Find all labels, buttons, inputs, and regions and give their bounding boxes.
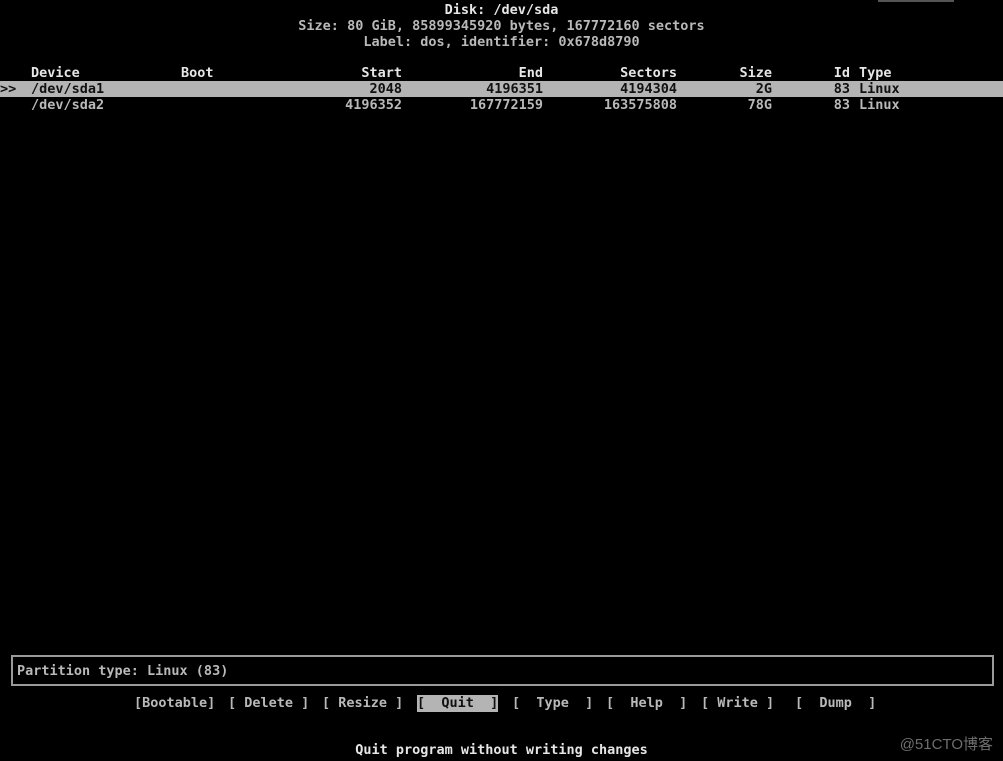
partition-row-selected[interactable]: >> /dev/sda1 2048 4196351 4194304 2G 83 … (0, 81, 1003, 97)
dump-button[interactable]: [ Dump ] (795, 695, 876, 712)
action-hint: Quit program without writing changes (355, 742, 648, 758)
cell-id: 83 (833, 97, 850, 113)
resize-button[interactable]: [ Resize ] (322, 695, 403, 712)
disk-title: Disk: /dev/sda (444, 2, 559, 18)
partition-row[interactable]: /dev/sda2 4196352 167772159 163575808 78… (0, 97, 1003, 113)
cell-sectors: 4194304 (620, 81, 677, 97)
cell-start: 2048 (369, 81, 402, 97)
cell-size: 2G (755, 81, 772, 97)
write-button[interactable]: [ Write ] (701, 695, 774, 712)
header-id: Id (833, 65, 850, 81)
header-end: End (518, 65, 543, 81)
disk-label-info: Label: dos, identifier: 0x678d8790 (363, 34, 640, 50)
disk-size-info: Size: 80 GiB, 85899345920 bytes, 1677721… (298, 18, 705, 34)
cell-end: 167772159 (469, 97, 543, 113)
cell-type: Linux (859, 81, 900, 97)
bootable-button[interactable]: [Bootable] (134, 695, 215, 712)
cell-sectors: 163575808 (603, 97, 677, 113)
cell-size: 78G (747, 97, 772, 113)
watermark: @51CTO博客 (899, 736, 993, 753)
header-boot: Boot (181, 65, 214, 81)
help-button[interactable]: [ Help ] (606, 695, 687, 712)
header-start: Start (361, 65, 402, 81)
partition-type-status: Partition type: Linux (83) (17, 663, 229, 679)
header-type: Type (859, 65, 892, 81)
type-button[interactable]: [ Type ] (512, 695, 593, 712)
selection-marker: >> (0, 81, 17, 97)
cell-device: /dev/sda2 (31, 97, 105, 113)
cell-id: 83 (833, 81, 850, 97)
quit-button[interactable]: [ Quit ] (417, 695, 499, 712)
header-size: Size (739, 65, 772, 81)
cell-type: Linux (859, 97, 900, 113)
delete-button[interactable]: [ Delete ] (228, 695, 309, 712)
partition-info-box: Partition type: Linux (83) (11, 655, 994, 686)
cell-end: 4196351 (486, 81, 543, 97)
header-device: Device (31, 65, 80, 81)
cell-device: /dev/sda1 (31, 81, 105, 97)
header-sectors: Sectors (620, 65, 677, 81)
cell-start: 4196352 (345, 97, 402, 113)
partition-table-header: Device Boot Start End Sectors Size Id Ty… (0, 65, 1003, 81)
